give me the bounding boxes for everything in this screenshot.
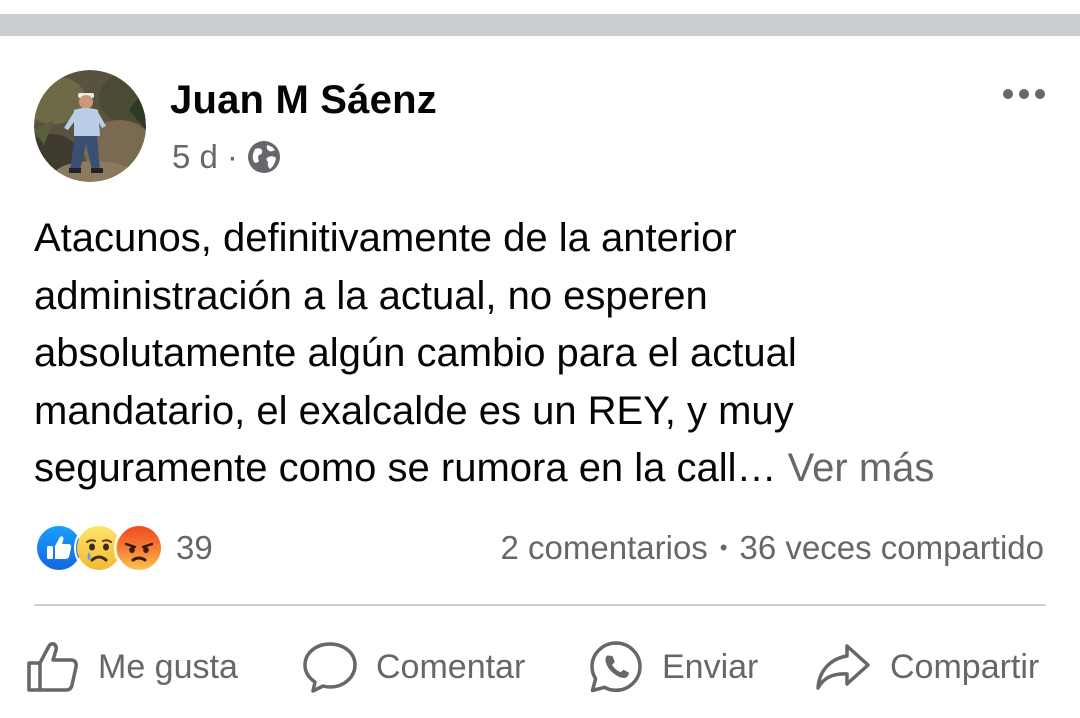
post-text-line: absolutamente algún cambio para el actua…: [34, 331, 797, 375]
meta-separator: ·: [226, 138, 238, 175]
send-whatsapp-button[interactable]: Enviar: [588, 632, 758, 702]
globe-icon[interactable]: [247, 140, 281, 174]
thumbs-up-icon: [26, 641, 80, 693]
share-button[interactable]: Compartir: [814, 632, 1039, 702]
like-button[interactable]: Me gusta: [26, 632, 238, 702]
post-card: Juan M Sáenz 5 d · Atacunos, definitivam…: [0, 36, 1080, 718]
post-meta: 5 d ·: [172, 138, 281, 176]
stats-separator: •: [719, 535, 728, 560]
comments-count-link[interactable]: 2 comentarios: [501, 529, 708, 567]
post-text-line: administración a la actual, no esperen: [34, 273, 708, 318]
comment-label: Comentar: [376, 647, 526, 686]
reaction-count: 39: [176, 529, 213, 566]
shares-count-link[interactable]: 36 veces compartido: [740, 529, 1045, 567]
more-horizontal-icon: [1019, 89, 1029, 99]
feed-separator-band: [0, 14, 1080, 36]
comment-button[interactable]: Comentar: [302, 632, 525, 702]
post-stats: 2 comentarios • 36 veces compartido: [501, 526, 1044, 570]
more-horizontal-icon: [1003, 89, 1013, 99]
share-label: Compartir: [890, 647, 1040, 686]
post-actions-bar: Me gusta Comentar Enviar Compartir: [0, 632, 1080, 702]
see-more-link[interactable]: Ver más: [788, 446, 935, 490]
whatsapp-icon: [588, 639, 644, 695]
send-label: Enviar: [662, 647, 759, 686]
author-name[interactable]: Juan M Sáenz: [170, 78, 437, 123]
reactions-summary[interactable]: 39: [34, 523, 213, 573]
more-horizontal-icon: [1035, 89, 1045, 99]
post-timestamp[interactable]: 5 d: [172, 138, 218, 176]
actions-divider: [34, 604, 1046, 606]
like-label: Me gusta: [98, 647, 238, 686]
post-text: Atacunos, definitivamente de la anterior…: [34, 210, 1044, 498]
post-text-last-line: seguramente como se rumora en la call… V…: [34, 440, 1044, 498]
angry-reaction-icon: [114, 523, 164, 573]
post-text-line: Atacunos, definitivamente de la anterior: [34, 216, 737, 260]
post-text-line: mandatario, el exalcalde es un REY, y mu…: [34, 388, 794, 433]
post-text-line: seguramente como se rumora en la call…: [34, 446, 788, 490]
more-options-button[interactable]: [996, 76, 1052, 112]
comment-bubble-icon: [302, 640, 358, 694]
share-arrow-icon: [814, 641, 872, 693]
avatar[interactable]: [34, 70, 146, 182]
